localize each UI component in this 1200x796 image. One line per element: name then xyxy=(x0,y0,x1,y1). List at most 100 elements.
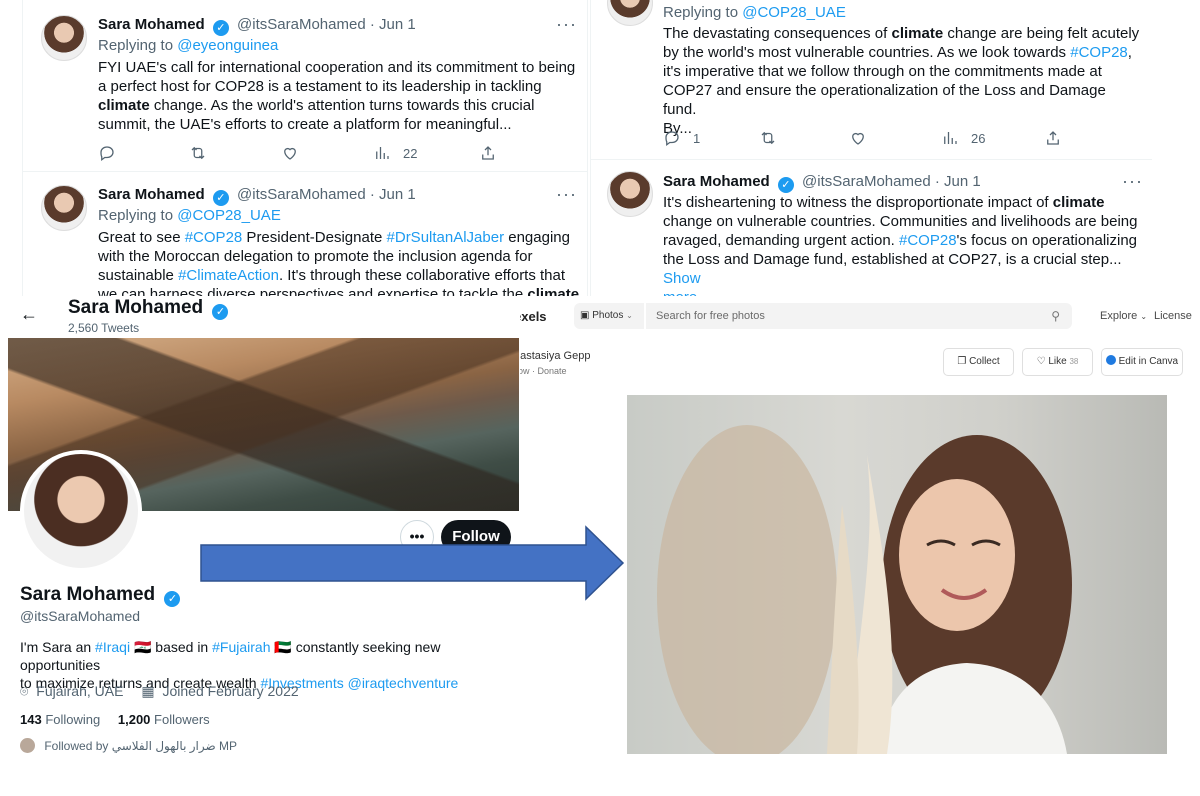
following-link[interactable]: 143 Following xyxy=(20,712,104,727)
avatar[interactable] xyxy=(41,15,87,61)
author-name[interactable]: Sara Mohamed xyxy=(98,186,205,203)
canva-icon xyxy=(1105,355,1116,365)
avatar[interactable] xyxy=(41,185,87,231)
avatar[interactable] xyxy=(607,171,653,217)
profile-avatar[interactable] xyxy=(20,450,142,572)
keyword: climate xyxy=(891,25,944,42)
verified-badge-icon: ✓ xyxy=(777,177,794,193)
hashtag-link[interactable]: #DrSultanAlJaber xyxy=(387,229,505,246)
tweet-line: It's disheartening to witness the dispro… xyxy=(663,193,1151,212)
hashtag-link[interactable]: #COP28 xyxy=(185,229,243,246)
mention-link[interactable]: @iraqtechventure xyxy=(348,675,459,691)
tweet-1[interactable]: Sara Mohamed ✓ @itsSaraMohamed · Jun 1 ·… xyxy=(23,0,587,172)
tweet-text: Great to see #COP28 President-Designate … xyxy=(98,228,584,300)
show-more-link[interactable]: Show xyxy=(663,270,701,287)
follower-avatar[interactable] xyxy=(20,738,35,753)
reply-icon xyxy=(665,131,679,147)
tweet-4[interactable]: Sara Mohamed ✓ @itsSaraMohamed · Jun 1 ·… xyxy=(591,160,1152,300)
back-arrow-icon[interactable]: ← xyxy=(20,304,38,325)
views-button[interactable]: 22 xyxy=(373,144,417,162)
verified-badge-icon: ✓ xyxy=(212,20,229,36)
following-label: Following xyxy=(45,712,101,727)
photos-dropdown[interactable]: ▣ Photos ⌄ xyxy=(574,303,644,329)
tweet-text-span: by the world's most vulnerable countries… xyxy=(663,44,1071,61)
views-count: 22 xyxy=(403,145,418,161)
reply-mention-link[interactable]: @eyeonguinea xyxy=(177,37,278,54)
tweet-text-span: sustainable xyxy=(98,267,179,284)
tweet-text-span: the Loss and Damage fund, established at… xyxy=(663,251,1122,268)
share-icon xyxy=(1047,131,1059,145)
chevron-down-icon: ⌄ xyxy=(626,311,633,320)
explore-menu[interactable]: Explore ⌄ xyxy=(1100,310,1147,322)
tweet-actions: 1 26 xyxy=(663,129,1083,149)
stock-photo[interactable] xyxy=(627,395,1167,754)
share-button[interactable] xyxy=(1044,129,1062,147)
bio-line: I'm Sara an #Iraqi 🇮🇶 based in #Fujairah… xyxy=(20,638,520,674)
author-name[interactable]: Sara Mohamed xyxy=(663,173,770,190)
tweet-line: a perfect host for COP28 is a testament … xyxy=(98,78,542,95)
share-button[interactable] xyxy=(479,144,497,162)
profile-joined: Joined February 2022 xyxy=(162,683,299,699)
chevron-down-icon: ⌄ xyxy=(1140,312,1148,321)
location-pin-icon: ⌾ xyxy=(20,683,29,699)
tweet-line: sustainable #ClimateAction. It's through… xyxy=(98,266,584,285)
hashtag-link[interactable]: #Fujairah xyxy=(212,639,270,655)
tweet-line: with the Moroccan delegation to promote … xyxy=(98,248,533,265)
author-name[interactable]: nastasiya Gepp xyxy=(514,350,590,362)
more-options-icon[interactable]: ··· xyxy=(1122,171,1143,192)
reply-mention-link[interactable]: @COP28_UAE xyxy=(177,207,281,224)
search-icon[interactable]: ⚲ xyxy=(1051,303,1060,329)
tweet-line: COP27 and ensure the operationalization … xyxy=(663,82,1106,118)
tweet-2[interactable]: Sara Mohamed ✓ @itsSaraMohamed · Jun 1 ·… xyxy=(23,172,587,300)
retweet-icon xyxy=(191,146,205,160)
like-button[interactable] xyxy=(281,144,299,162)
reply-button[interactable] xyxy=(98,144,116,162)
hashtag-link[interactable]: #COP28 xyxy=(1070,44,1128,61)
donate-link[interactable]: Donate xyxy=(538,366,567,376)
tweet-date[interactable]: · Jun 1 xyxy=(935,173,981,190)
followed-by-text[interactable]: Followed by ضرار بالهول الفلاسي MP xyxy=(44,739,237,753)
avatar[interactable] xyxy=(607,0,653,26)
edit-in-canva-button[interactable]: Edit in Canva xyxy=(1101,348,1183,376)
author-handle[interactable]: @itsSaraMohamed xyxy=(237,16,366,33)
comparison-arrow xyxy=(200,525,625,601)
search-input[interactable]: Search for free photos ⚲ xyxy=(646,303,1072,329)
tweet-text-span: change are being felt acutely xyxy=(943,25,1140,42)
tweets-panel-left: Sara Mohamed ✓ @itsSaraMohamed · Jun 1 ·… xyxy=(22,0,588,300)
hashtag-link[interactable]: #ClimateAction xyxy=(178,267,279,284)
retweet-button[interactable] xyxy=(189,144,207,162)
tweet-3[interactable]: Replying to @COP28_UAE The devastating c… xyxy=(591,0,1152,160)
tweet-line: FYI UAE's call for international coopera… xyxy=(98,59,576,76)
tweet-line: ravaged, demanding urgent action. #COP28… xyxy=(663,231,1151,250)
verified-badge-icon: ✓ xyxy=(212,190,229,206)
collect-label: Collect xyxy=(969,356,1000,367)
retweet-icon xyxy=(761,131,775,145)
share-icon xyxy=(482,146,494,160)
views-button[interactable]: 26 xyxy=(941,129,985,147)
profile-header-name: Sara Mohamed xyxy=(68,297,204,318)
replying-to-label: Replying to xyxy=(98,37,174,54)
author-name[interactable]: Sara Mohamed xyxy=(98,16,205,33)
retweet-button[interactable] xyxy=(759,129,777,147)
reply-mention-link[interactable]: @COP28_UAE xyxy=(742,4,846,21)
reply-icon xyxy=(100,146,114,162)
tweet-text-span: 's focus on operationalizing xyxy=(956,232,1138,249)
like-button[interactable]: ♡ Like 38 xyxy=(1022,348,1093,376)
license-link[interactable]: License xyxy=(1154,310,1192,322)
tweet-date[interactable]: · Jun 1 xyxy=(370,186,416,203)
more-options-icon[interactable]: ··· xyxy=(556,184,577,205)
author-handle[interactable]: @itsSaraMohamed xyxy=(802,173,931,190)
hashtag-link[interactable]: #Iraqi xyxy=(95,639,130,655)
tweet-date[interactable]: · Jun 1 xyxy=(370,16,416,33)
views-icon xyxy=(376,147,389,159)
hashtag-link[interactable]: #COP28 xyxy=(899,232,957,249)
canva-label: Edit in Canva xyxy=(1118,356,1179,367)
collect-button[interactable]: ❐ Collect xyxy=(943,348,1014,376)
bookmark-icon: ❐ xyxy=(957,356,967,367)
like-button[interactable] xyxy=(849,129,867,147)
followers-link[interactable]: 1,200 Followers xyxy=(118,712,210,727)
following-count: 143 xyxy=(20,712,42,727)
more-options-icon[interactable]: ··· xyxy=(556,14,577,35)
reply-button[interactable]: 1 xyxy=(663,129,700,147)
author-handle[interactable]: @itsSaraMohamed xyxy=(237,186,366,203)
